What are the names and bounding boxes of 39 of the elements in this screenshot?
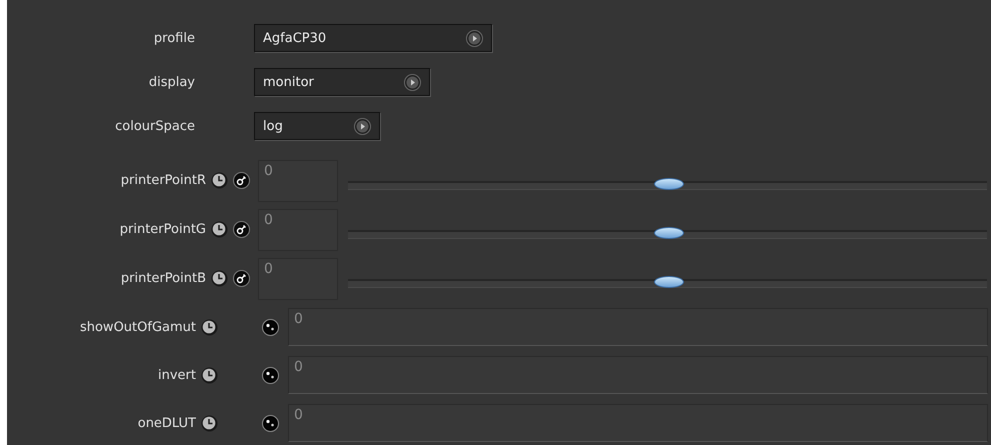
slider-thumb[interactable] xyxy=(654,227,684,239)
clock-icon[interactable] xyxy=(211,221,228,238)
knob-label: showOutOfGamut xyxy=(80,320,196,334)
number-field[interactable]: 0 xyxy=(258,258,338,300)
slider-track[interactable] xyxy=(348,230,987,239)
clock-icon[interactable] xyxy=(211,270,228,287)
slider-thumb[interactable] xyxy=(654,276,684,288)
dropdown-arrow-icon xyxy=(404,74,421,90)
link-icon[interactable] xyxy=(233,221,250,238)
knob-label: oneDLUT xyxy=(138,416,196,430)
dropdown[interactable]: monitor xyxy=(254,68,430,96)
link-icon[interactable] xyxy=(233,172,250,189)
clock-icon[interactable] xyxy=(201,366,218,384)
number-field[interactable]: 0 xyxy=(288,404,988,442)
number-field[interactable]: 0 xyxy=(258,208,338,250)
number-field[interactable]: 0 xyxy=(288,308,988,346)
slider-track[interactable] xyxy=(348,181,987,190)
dropdown[interactable]: AgfaCP30 xyxy=(254,24,492,52)
knob-label: printerPointG xyxy=(120,222,206,237)
clock-icon[interactable] xyxy=(201,318,218,336)
number-field[interactable]: 0 xyxy=(288,356,988,394)
dropdown[interactable]: log xyxy=(254,112,380,140)
knob-label: printerPointR xyxy=(120,173,206,188)
knob-label: colourSpace xyxy=(115,118,195,134)
slider-track[interactable] xyxy=(348,279,987,288)
clock-icon[interactable] xyxy=(211,172,228,189)
dropdown-arrow-icon xyxy=(466,30,483,46)
dropdown-arrow-icon xyxy=(354,118,371,134)
knob-label: display xyxy=(148,74,195,90)
checkbox[interactable] xyxy=(262,414,279,432)
knob-label: invert xyxy=(158,368,196,382)
knob-label: printerPointB xyxy=(120,271,206,286)
slider-thumb[interactable] xyxy=(654,178,684,190)
link-icon[interactable] xyxy=(233,270,250,287)
checkbox[interactable] xyxy=(262,318,279,336)
clock-icon[interactable] xyxy=(201,414,218,432)
number-field[interactable]: 0 xyxy=(258,160,338,202)
checkbox[interactable] xyxy=(262,366,279,384)
knob-label: profile xyxy=(154,30,195,46)
